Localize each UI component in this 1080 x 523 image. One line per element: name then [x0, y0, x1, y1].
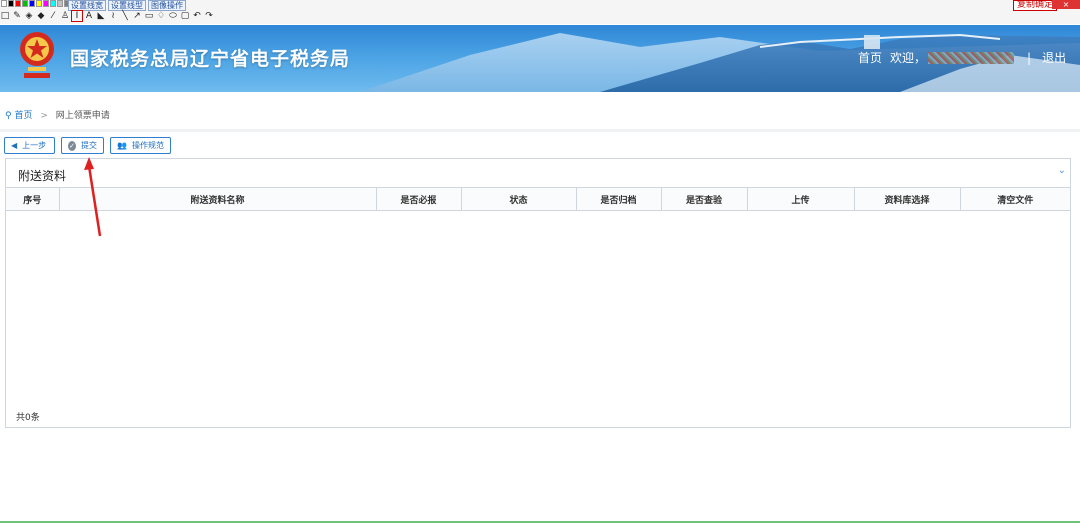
breadcrumb-separator: >: [40, 111, 48, 121]
color-swatch[interactable]: [29, 0, 35, 7]
submit-label: 提交: [81, 141, 97, 150]
copy-confirm-button[interactable]: 复制确定: [1013, 0, 1058, 11]
column-header[interactable]: 附送资料名称: [59, 187, 377, 211]
color-swatch[interactable]: [50, 0, 56, 7]
color-swatch[interactable]: [1, 0, 7, 7]
color-swatch[interactable]: [36, 0, 42, 7]
undo-icon[interactable]: ↶: [192, 11, 202, 21]
chevron-down-icon[interactable]: ⌄: [1058, 165, 1066, 176]
image-ops-menu[interactable]: 图像操作: [148, 0, 186, 11]
top-navigation: 首页 欢迎， | 退出: [858, 49, 1066, 66]
fill-icon[interactable]: ◆: [36, 11, 46, 21]
username-redacted: [928, 51, 1015, 64]
line-style-menu[interactable]: 设置线型: [108, 0, 146, 11]
operation-guide-label: 操作规范: [131, 141, 164, 150]
prev-step-button[interactable]: ◀ 上一步: [4, 137, 55, 154]
site-banner: 国家税务总局辽宁省电子税务局 首页 欢迎， | 退出: [0, 25, 1080, 92]
divider: [0, 129, 1080, 132]
table-header-row: 序号 附送资料名称 是否必报 状态 是否归档 是否查验 上传 资料库选择 清空文…: [6, 187, 1070, 211]
ellipse-icon[interactable]: ⬭: [168, 11, 178, 21]
arrow-icon[interactable]: ↗: [132, 11, 142, 21]
color-swatch[interactable]: [8, 0, 14, 7]
location-pin-icon: ⚲: [5, 111, 12, 121]
site-title: 国家税务总局辽宁省电子税务局: [70, 48, 351, 70]
column-header[interactable]: 资料库选择: [854, 187, 961, 211]
operation-guide-button[interactable]: 👥 操作规范: [110, 137, 171, 154]
annotation-toolbar: 设置线宽 设置线型 图像操作 □ ✎ ◈ ◆ ⁄ ♙ Ⅰ A ◣ ≀ ╲ ↗ ▭…: [0, 0, 1080, 24]
panel-title: 附送资料: [18, 169, 67, 183]
line-icon[interactable]: ╲: [120, 11, 130, 21]
rectangle-icon[interactable]: □: [0, 11, 10, 21]
column-header[interactable]: 是否归档: [576, 187, 662, 211]
rounded-rect-icon[interactable]: ▢: [180, 11, 190, 21]
prev-step-label: 上一步: [22, 141, 47, 150]
check-circle-icon: ✓: [68, 140, 76, 151]
column-header[interactable]: 上传: [747, 187, 855, 211]
logout-link[interactable]: 退出: [1042, 49, 1066, 66]
line-width-menu[interactable]: 设置线宽: [68, 0, 106, 11]
users-icon: 👥: [117, 141, 127, 150]
brush-icon[interactable]: ♙: [60, 11, 70, 21]
redo-icon[interactable]: ↷: [204, 11, 214, 21]
eraser-icon[interactable]: ◈: [24, 11, 34, 21]
pencil-icon[interactable]: ✎: [12, 11, 22, 21]
color-palette: [1, 0, 71, 9]
column-header[interactable]: 状态: [461, 187, 577, 211]
attachments-table: 序号 附送资料名称 是否必报 状态 是否归档 是否查验 上传 资料库选择 清空文…: [6, 187, 1070, 211]
breadcrumb-current: 网上领票申请: [55, 111, 110, 121]
column-header[interactable]: 是否查验: [661, 187, 748, 211]
breadcrumb-home[interactable]: 首页: [14, 111, 32, 121]
welcome-text: 欢迎，: [890, 51, 927, 65]
attachments-panel: 附送资料 ⌄ 序号 附送资料名称 是否必报 状态 是否归档 是否查验 上传 资料…: [5, 158, 1071, 428]
close-button[interactable]: ×: [1052, 0, 1080, 9]
column-header[interactable]: 是否必报: [376, 187, 462, 211]
color-swatch[interactable]: [15, 0, 21, 7]
tax-emblem-icon: [20, 32, 54, 78]
submit-button[interactable]: ✓ 提交: [61, 137, 104, 154]
breadcrumb: ⚲ 首页 > 网上领票申请: [5, 108, 110, 121]
lasso-icon[interactable]: ♢: [156, 11, 166, 21]
caret-left-icon: ◀: [11, 141, 18, 150]
color-swatch[interactable]: [57, 0, 63, 7]
color-swatch[interactable]: [22, 0, 28, 7]
bucket-icon[interactable]: ◣: [96, 11, 106, 21]
drawing-tools: □ ✎ ◈ ◆ ⁄ ♙ Ⅰ A ◣ ≀ ╲ ↗ ▭ ♢ ⬭ ▢ ↶ ↷: [0, 10, 214, 22]
text-edit-icon[interactable]: Ⅰ: [71, 10, 83, 22]
pen-icon[interactable]: ⁄: [48, 11, 58, 21]
nav-separator: |: [1027, 50, 1032, 65]
annotation-menu: 设置线宽 设置线型 图像操作: [68, 0, 186, 11]
color-swatch[interactable]: [43, 0, 49, 7]
curve-icon[interactable]: ≀: [108, 11, 118, 21]
column-header[interactable]: 序号: [6, 187, 60, 211]
rect-outline-icon[interactable]: ▭: [144, 11, 154, 21]
column-header[interactable]: 清空文件: [960, 187, 1070, 211]
total-count: 共0条: [16, 413, 40, 423]
nav-home-link[interactable]: 首页: [858, 49, 882, 66]
text-icon[interactable]: A: [84, 11, 94, 21]
